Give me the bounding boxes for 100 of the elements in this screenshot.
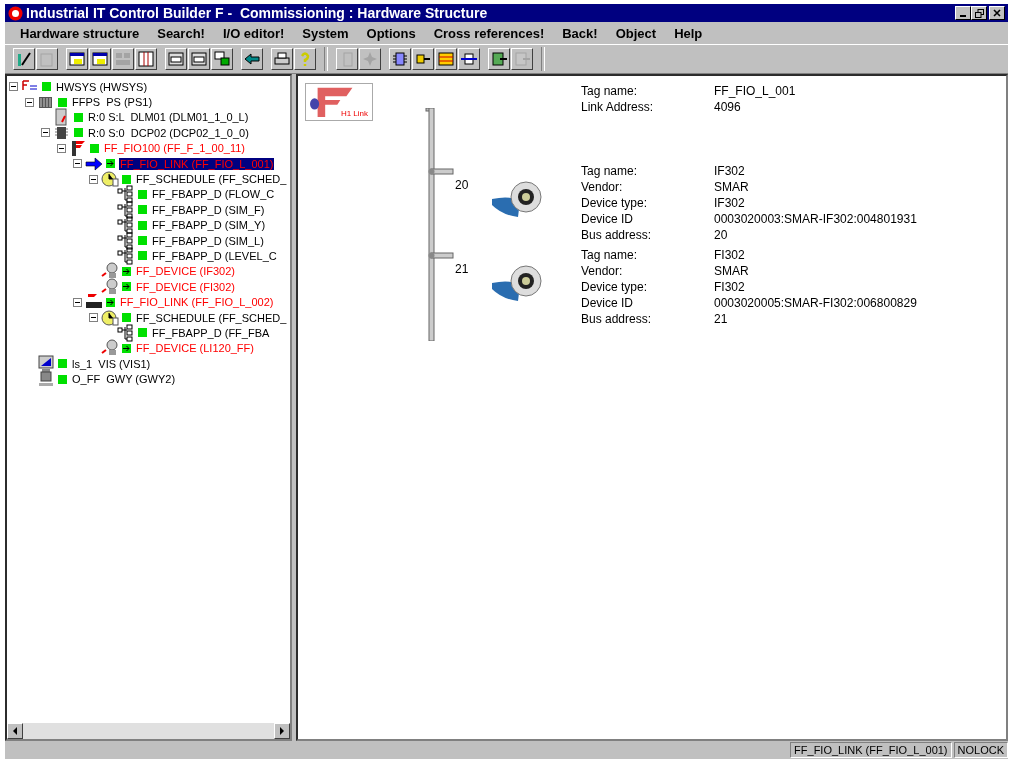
status-pane: NOLOCK	[953, 742, 1008, 758]
star-icon	[361, 50, 379, 68]
grid-icon	[114, 50, 132, 68]
printer-icon	[273, 50, 291, 68]
document-icon	[38, 50, 56, 68]
device-icon	[101, 339, 119, 358]
toolbar-button[interactable]	[188, 48, 210, 70]
toolbar-button[interactable]	[412, 48, 434, 70]
toolbar-button[interactable]	[66, 48, 88, 70]
toolbar-button[interactable]	[211, 48, 233, 70]
tree-item[interactable]: FFPS PS (PS1)	[71, 96, 154, 109]
tree-item[interactable]: FF_SCHEDULE (FF_SCHED_	[135, 173, 288, 186]
toolbar-button[interactable]	[389, 48, 411, 70]
expander[interactable]	[41, 128, 50, 138]
toolbar-button[interactable]	[165, 48, 187, 70]
tree-item[interactable]: O_FF GWY (GWY2)	[71, 373, 177, 386]
field-value: FI302	[714, 279, 746, 295]
diagram-icon	[213, 50, 231, 68]
toolbar-button[interactable]	[488, 48, 510, 70]
expander[interactable]	[73, 297, 82, 307]
flag-icon	[69, 139, 87, 158]
blocks-icon	[117, 216, 135, 235]
blocks-icon	[117, 231, 135, 250]
bus-address-label: 21	[455, 261, 470, 278]
scroll-left-icon	[12, 727, 18, 735]
tree-item[interactable]: FF_DEVICE (LI120_FF)	[135, 342, 255, 355]
computer-icon	[37, 370, 55, 389]
close-button[interactable]	[989, 6, 1005, 20]
arrow-left-icon	[243, 50, 261, 68]
tree-item[interactable]: ls_1 VIS (VIS1)	[71, 357, 152, 370]
window-icon	[167, 50, 185, 68]
app-logo-icon	[8, 5, 23, 21]
tree-item[interactable]: FF_FBAPP_D (SIM_L)	[151, 234, 265, 247]
tree-item[interactable]: FF_FIO_LINK (FF_FIO_L_001)	[119, 157, 275, 170]
field-label: Device ID	[581, 295, 634, 311]
field-value: 0003020003:SMAR-IF302:004801931	[714, 211, 917, 227]
menu-item[interactable]: Help	[665, 25, 712, 41]
expander[interactable]	[89, 313, 98, 323]
menu-item[interactable]: Object	[606, 25, 666, 41]
menu-item[interactable]: Hardware structure	[11, 25, 149, 41]
toolbar-button[interactable]	[241, 48, 263, 70]
expander[interactable]	[57, 143, 66, 153]
tree-item[interactable]: R:0 S:0 DCP02 (DCP02_1_0_0)	[87, 126, 250, 139]
blocks-icon	[117, 185, 135, 204]
tree-item[interactable]: FF_FIO_LINK (FF_FIO_L_002)	[119, 296, 275, 309]
tree-item[interactable]: FF_FBAPP_D (SIM_F)	[151, 203, 266, 216]
expander[interactable]	[73, 159, 82, 169]
toolbar-button[interactable]	[435, 48, 457, 70]
tree-item[interactable]: FF_FBAPP_D (SIM_Y)	[151, 219, 267, 232]
menu-item[interactable]: Options	[357, 25, 425, 41]
menu-item[interactable]: Search!	[148, 25, 214, 41]
module-icon	[513, 50, 531, 68]
tree-item[interactable]: FF_FBAPP_D (LEVEL_C	[151, 250, 278, 262]
field-value: SMAR	[714, 263, 750, 279]
tree-item[interactable]: FF_DEVICE (FI302)	[135, 280, 237, 293]
window-icon	[190, 50, 208, 68]
field-label: Vendor:	[581, 179, 624, 195]
menu-item[interactable]: System	[293, 25, 358, 41]
tree-item[interactable]: FF_FBAPP_D (FLOW_C	[151, 188, 276, 201]
expander[interactable]	[25, 97, 34, 107]
close-icon	[993, 9, 1001, 17]
menu-item[interactable]: Back!	[553, 25, 607, 41]
tree-item[interactable]: R:0 S:L DLM01 (DLM01_1_0_L)	[87, 111, 250, 124]
menu-item[interactable]: I/O editor!	[213, 25, 294, 41]
field-label: Tag name:	[581, 247, 639, 263]
expander[interactable]	[9, 82, 18, 92]
module-icon	[490, 50, 508, 68]
blocks-icon	[117, 247, 135, 265]
toolbar-button[interactable]	[271, 48, 293, 70]
tree-item[interactable]: FF_FBAPP_D (FF_FBA	[151, 326, 271, 339]
bus-address-label: 20	[455, 177, 470, 194]
field-value: IF302	[714, 195, 746, 211]
status-pane: FF_FIO_LINK (FF_FIO_L_001)	[790, 742, 952, 758]
toolbar-button[interactable]	[13, 48, 35, 70]
monitor-icon	[37, 354, 55, 373]
restore-icon	[974, 8, 984, 18]
tree-item[interactable]: FF_DEVICE (IF302)	[135, 265, 237, 278]
scroll-right-icon	[279, 727, 285, 735]
tree-item[interactable]: FF_SCHEDULE (FF_SCHED_	[135, 311, 288, 324]
tree-item[interactable]: HWSYS (HWSYS)	[55, 80, 149, 93]
clock-icon	[101, 170, 119, 189]
field-label: Bus address:	[581, 311, 653, 327]
blocks-icon	[117, 323, 135, 342]
toolbar-button[interactable]	[89, 48, 111, 70]
table-icon	[68, 50, 86, 68]
toolbar-button[interactable]	[294, 48, 316, 70]
field-value: SMAR	[714, 179, 750, 195]
tree-item[interactable]: FF_FIO100 (FF_F_1_00_11)	[103, 142, 247, 155]
field-value: 20	[714, 227, 729, 243]
restore-button[interactable]	[971, 6, 987, 20]
field-label: Link Address:	[581, 99, 655, 115]
horizontal-scrollbar[interactable]	[7, 723, 290, 739]
expander[interactable]	[89, 174, 98, 184]
field-value: 4096	[714, 99, 742, 115]
menu-item[interactable]: Cross references!	[424, 25, 554, 41]
field-label: Vendor:	[581, 263, 624, 279]
toolbar-button[interactable]	[135, 48, 157, 70]
minimize-button[interactable]	[955, 6, 971, 20]
arrow-right-icon	[85, 154, 103, 173]
logo-caption: H1 Link	[340, 109, 368, 118]
